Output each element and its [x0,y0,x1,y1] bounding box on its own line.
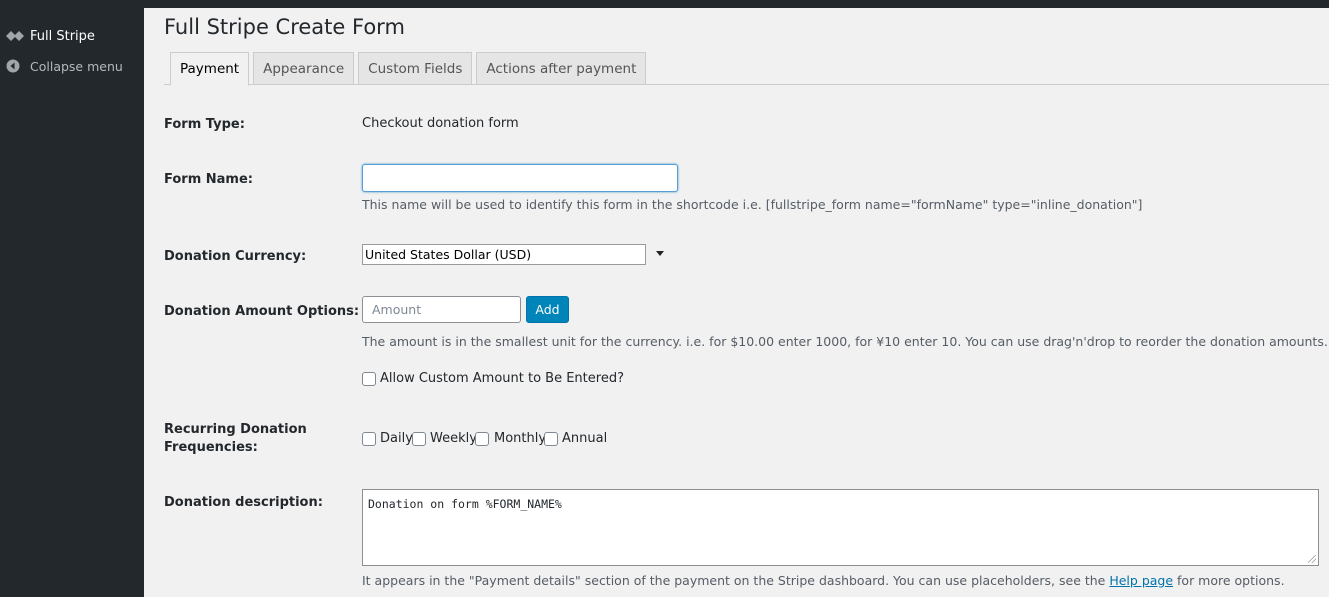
form-name-help: This name will be used to identify this … [362,197,1143,212]
admin-sidebar: Full Stripe Collapse menu [0,8,144,597]
donation-amount-options-label: Donation Amount Options: [164,304,360,319]
daily-label: Daily [380,431,413,446]
donation-description-value: Donation on form %FORM_NAME% [368,497,562,511]
annual-label: Annual [562,431,608,446]
form-type-label: Form Type: [164,117,245,132]
amount-help: The amount is in the smallest unit for t… [362,334,1328,349]
description-help-before: It appears in the "Payment details" sect… [362,573,1110,588]
monthly-label: Monthly [494,431,547,446]
form-name-label: Form Name: [164,172,253,187]
form-name-input[interactable] [362,164,678,192]
collapse-arrow-icon [6,59,30,73]
donation-description-textarea[interactable]: Donation on form %FORM_NAME% [362,489,1319,566]
full-stripe-icon [6,30,30,42]
daily-checkbox[interactable] [362,432,376,446]
donation-currency-label: Donation Currency: [164,249,307,264]
resize-handle-icon[interactable] [1308,555,1316,563]
monthly-checkbox[interactable] [475,432,489,446]
admin-bar [0,0,1329,8]
tab-divider [164,84,1329,85]
tab-appearance[interactable]: Appearance [253,52,355,85]
custom-amount-label: Allow Custom Amount to Be Entered? [380,371,624,386]
weekly-label: Weekly [430,431,477,446]
form-type-value: Checkout donation form [362,116,519,131]
amount-input[interactable]: Amount [362,296,521,323]
recurring-frequencies-label: Recurring Donation Frequencies: [164,421,307,457]
weekly-checkbox[interactable] [412,432,426,446]
description-help: It appears in the "Payment details" sect… [362,573,1285,588]
tab-bar: Payment Appearance Custom Fields Actions… [170,52,650,86]
main-content: Full Stripe Create Form Payment Appearan… [144,8,1329,597]
recurring-label-line1: Recurring Donation [164,422,307,437]
sidebar-item-full-stripe[interactable]: Full Stripe [0,25,144,47]
tab-actions-after-payment[interactable]: Actions after payment [476,52,647,85]
sidebar-item-label: Full Stripe [30,28,95,44]
add-amount-button[interactable]: Add [526,296,569,323]
currency-select[interactable]: United States Dollar (USD) [362,244,646,265]
annual-checkbox[interactable] [544,432,558,446]
custom-amount-checkbox[interactable] [362,372,376,386]
donation-description-label: Donation description: [164,495,323,510]
description-help-after: for more options. [1173,573,1285,588]
tab-custom-fields[interactable]: Custom Fields [358,52,473,85]
help-page-link[interactable]: Help page [1109,573,1173,588]
recurring-label-line2: Frequencies: [164,440,258,455]
collapse-menu-label: Collapse menu [30,58,123,74]
tab-payment[interactable]: Payment [170,52,250,86]
chevron-down-icon[interactable] [656,251,664,256]
collapse-menu-button[interactable]: Collapse menu [0,55,144,77]
page-title: Full Stripe Create Form [164,15,405,39]
